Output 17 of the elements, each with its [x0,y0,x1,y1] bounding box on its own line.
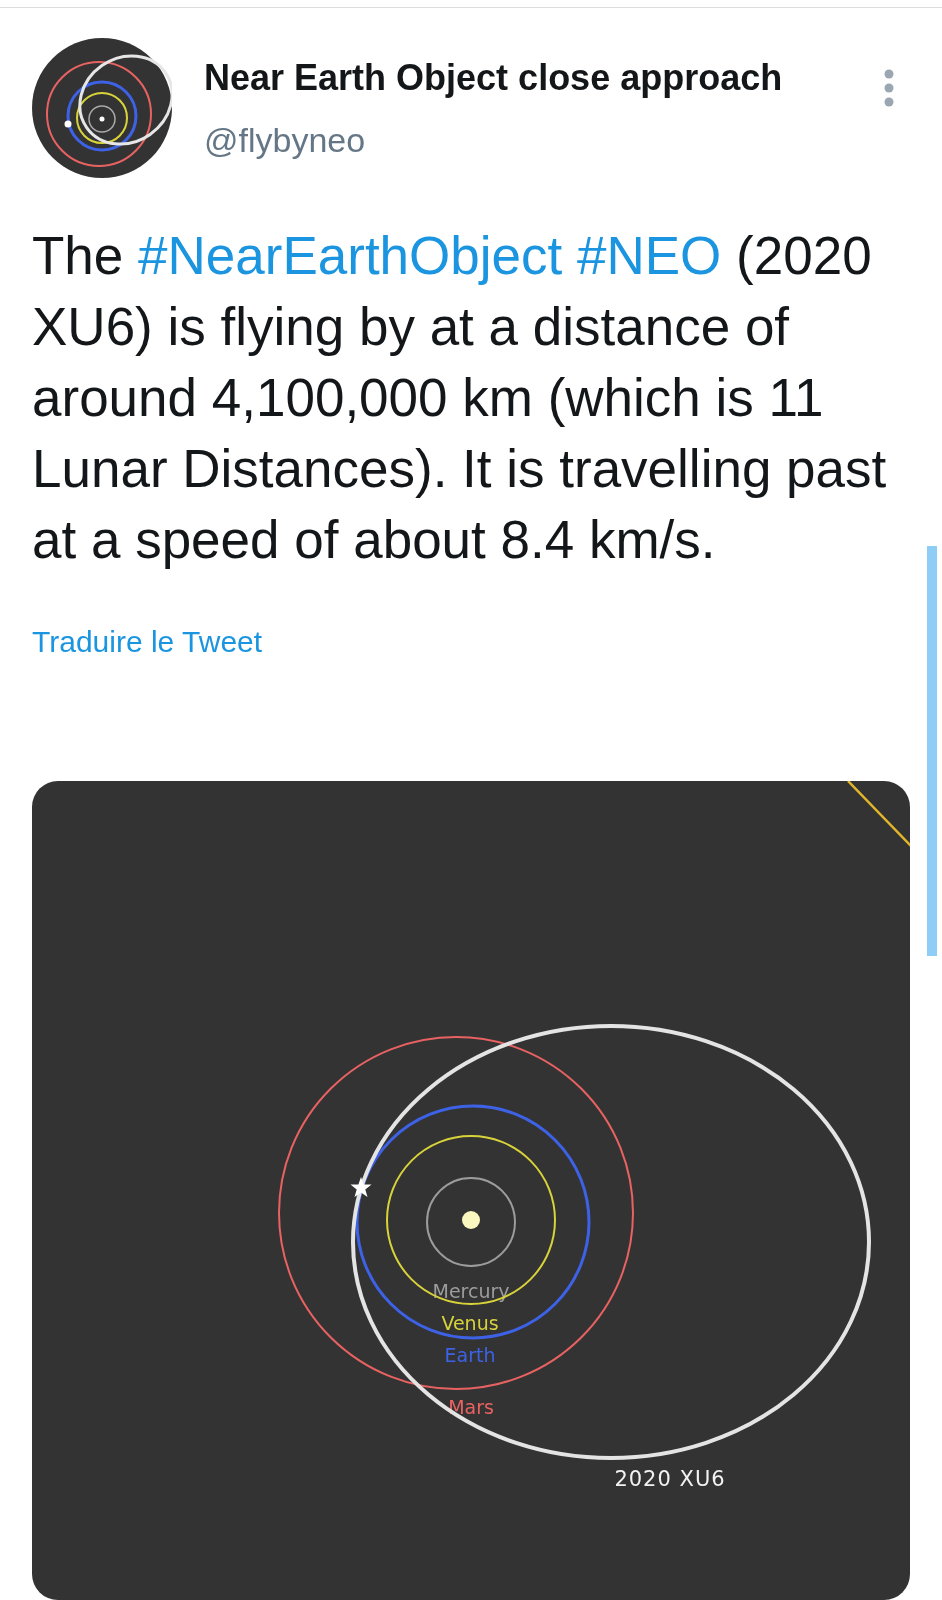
planet-label: Mars [448,1396,494,1418]
hashtag-link[interactable]: #NearEarthObject [138,226,563,285]
tweet-text: The #NearEarthObject #NEO (2020 XU6) is flying by at a distance of around 4,100,000 km (which is 11 Lunar Distances). It is travelling past at a speed of about 8.4 km/s. [31,225,888,571]
scrollbar[interactable] [927,546,937,956]
asteroid-label: 2020 XU6 [614,1467,726,1491]
planet-label: Earth [444,1344,496,1366]
orbit-line [847,781,910,848]
author-name[interactable]: Near Earth Object close approach [196,56,783,100]
sun-icon [462,1211,480,1229]
planet-label: Venus [441,1312,499,1334]
avatar-icon[interactable] [32,38,172,178]
hashtag-link[interactable]: #NEO [577,226,722,285]
more-icon[interactable] [882,68,896,108]
star-icon [350,1177,372,1197]
translate-link[interactable]: Traduire le Tweet [0,619,263,664]
author-handle[interactable]: @flybyneo [196,115,783,167]
planet-label: Mercury [432,1280,510,1302]
